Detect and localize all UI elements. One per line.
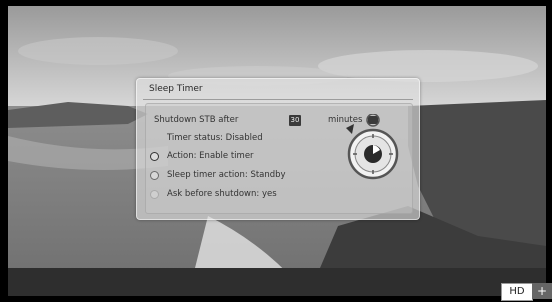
timer-status-text: Timer status: Disabled	[167, 133, 263, 143]
radio-icon	[150, 171, 159, 180]
radio-selected-icon	[150, 152, 159, 161]
title-divider	[143, 99, 413, 100]
tv-frame: Sleep Timer Shutdown STB after 30 minute…	[0, 0, 552, 302]
option-label: Sleep timer action: Standby	[167, 170, 286, 180]
dialog-title: Sleep Timer	[149, 84, 203, 94]
minutes-input[interactable]: 30	[289, 115, 301, 126]
option-label: Ask before shutdown: yes	[167, 189, 277, 199]
hd-badge: HD	[501, 283, 533, 301]
tv-screen: Sleep Timer Shutdown STB after 30 minute…	[8, 6, 546, 296]
stopwatch-icon	[346, 114, 399, 180]
radio-icon	[150, 190, 159, 199]
plus-badge: +	[532, 283, 552, 299]
option-label: Action: Enable timer	[167, 151, 254, 161]
shutdown-label: Shutdown STB after	[154, 115, 239, 125]
